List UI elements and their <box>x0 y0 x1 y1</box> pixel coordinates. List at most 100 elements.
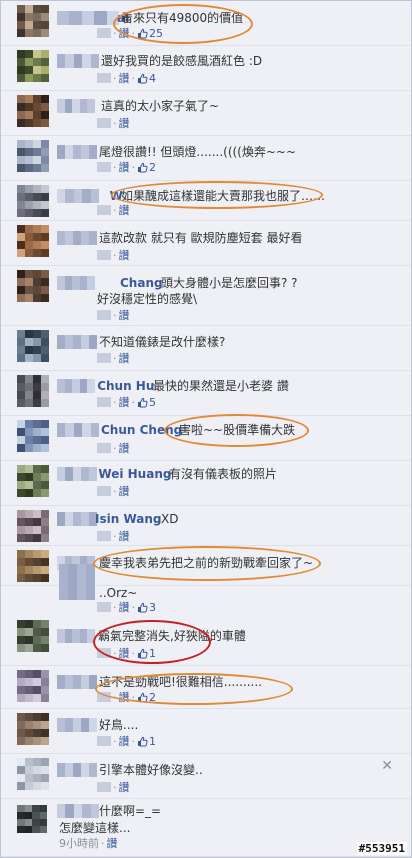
like-button[interactable]: 讚 <box>119 204 130 217</box>
like-button[interactable]: 讚 <box>119 485 130 498</box>
like-count-value: 1 <box>149 647 156 660</box>
like-button[interactable]: 讚 <box>119 161 130 174</box>
like-button[interactable]: 讚 <box>119 352 130 365</box>
like-button[interactable]: 讚 <box>119 27 130 40</box>
author-name[interactable]: Chun Cheng <box>101 423 182 437</box>
comment-actions: · 讚 · 2 <box>97 691 156 704</box>
comment-item: 這真的太小家子氣了~ · 讚 <box>1 91 411 136</box>
author-name[interactable]: Chun Hu <box>97 379 154 393</box>
comment-actions: · 讚 <box>97 781 130 794</box>
avatar[interactable] <box>17 5 49 37</box>
like-count[interactable]: 25 <box>137 27 163 40</box>
avatar[interactable] <box>17 510 49 542</box>
avatar[interactable] <box>17 620 49 652</box>
avatar[interactable] <box>17 225 49 257</box>
blurred-timestamp <box>97 648 111 658</box>
comment-actions: · 讚 <box>97 309 130 322</box>
separator: · <box>131 72 136 85</box>
avatar[interactable] <box>17 713 49 745</box>
like-count-value: 25 <box>149 27 163 40</box>
like-button[interactable]: 讚 <box>119 691 130 704</box>
thumbs-up-icon <box>137 647 149 660</box>
avatar[interactable] <box>17 140 49 172</box>
like-count[interactable]: 2 <box>137 161 156 174</box>
avatar[interactable] <box>17 805 47 833</box>
author-name[interactable]: Chang <box>120 276 163 290</box>
like-button[interactable]: 讚 <box>119 601 130 614</box>
separator: · <box>113 309 117 322</box>
like-count-value: 2 <box>149 691 156 704</box>
like-count[interactable]: 4 <box>137 72 156 85</box>
comment-text: 看來只有49800的價值 <box>121 11 244 25</box>
comment-item: 引擎本體好像沒變.. · 讚 ✕ <box>1 754 411 799</box>
blurred-author-name <box>57 99 95 113</box>
comment-actions: · 讚 · 2 <box>97 161 156 174</box>
comment-text: 害啦~~股價準備大跌 <box>179 423 296 437</box>
avatar[interactable] <box>17 95 49 127</box>
blurred-author-name <box>57 335 97 349</box>
like-button[interactable]: 讚 <box>119 530 130 543</box>
comment-text: ..Orz~ <box>99 586 138 600</box>
avatar[interactable] <box>17 50 49 82</box>
avatar[interactable] <box>17 185 49 217</box>
comment-item: 尾燈很讚!! 但頭燈.......((((煥奔~~~ · 讚 · 2 <box>1 136 411 181</box>
like-button[interactable]: 讚 <box>119 396 130 409</box>
blurred-author-name <box>57 423 99 437</box>
like-button[interactable]: 讚 <box>119 309 130 322</box>
like-count[interactable]: 1 <box>137 735 156 748</box>
like-count[interactable]: 2 <box>137 691 156 704</box>
author-name[interactable]: Wei Huang <box>98 467 171 481</box>
author-name[interactable]: Isin Wang <box>95 512 161 526</box>
avatar[interactable] <box>17 375 49 407</box>
like-count[interactable]: 5 <box>137 396 156 409</box>
comment-item: 霸氣完整消失,好狹隘的車體 · 讚 · 1 <box>1 616 411 666</box>
blurred-timestamp <box>97 310 111 320</box>
like-button[interactable]: 讚 <box>119 735 130 748</box>
blurred-timestamp <box>97 397 111 407</box>
separator: · <box>113 601 117 614</box>
timestamp[interactable]: 9小時前 <box>59 837 99 850</box>
avatar[interactable] <box>17 330 49 362</box>
blurred-author-name <box>57 512 97 526</box>
comment-item: 不知道儀錶是改什麼樣? · 讚 <box>1 326 411 371</box>
separator: · <box>131 27 136 40</box>
like-count-value: 1 <box>149 735 156 748</box>
blurred-author-name <box>57 675 97 689</box>
avatar[interactable] <box>17 550 49 582</box>
avatar[interactable] <box>17 465 49 497</box>
comment-text: 這真的太小家子氣了~ <box>101 99 220 113</box>
blurred-author-name <box>57 54 99 68</box>
like-button[interactable]: 讚 <box>119 781 130 794</box>
like-count-value: 3 <box>149 601 156 614</box>
blurred-timestamp <box>97 531 111 541</box>
comment-item: Chun Hu 最快的果然還是小老婆 讚 · 讚 · 5 <box>1 371 411 416</box>
comment-actions: · 讚 <box>97 249 130 262</box>
comment-item: Chang 頭大身體小是怎麼回事? ? 好沒穩定性的感覺\ · 讚 <box>1 266 411 326</box>
like-count[interactable]: 1 <box>137 647 156 660</box>
like-button[interactable]: 讚 <box>119 442 130 455</box>
comment-actions: · 讚 · 25 <box>97 27 163 40</box>
like-button[interactable]: 讚 <box>119 72 130 85</box>
comment-text: 有沒有儀表板的照片 <box>169 467 278 481</box>
blurred-timestamp <box>97 28 111 38</box>
comment-item: 這不是勁戰吧!很難相信.......... · 讚 · 2 <box>1 666 411 709</box>
like-count[interactable]: 3 <box>137 601 156 614</box>
close-icon[interactable]: ✕ <box>381 759 393 773</box>
avatar[interactable] <box>17 670 49 702</box>
avatar[interactable] <box>17 420 49 452</box>
comment-text: 慶幸我表弟先把之前的新勁戰牽回家了~ <box>99 556 314 570</box>
blurred-author-name <box>57 718 97 732</box>
like-button[interactable]: 讚 <box>119 117 130 130</box>
comment-text-line-2: 好沒穩定性的感覺\ <box>97 292 198 306</box>
separator: · <box>113 72 117 85</box>
blurred-timestamp <box>97 692 111 702</box>
like-button[interactable]: 讚 <box>119 249 130 262</box>
separator: · <box>131 735 136 748</box>
separator: · <box>101 837 105 850</box>
avatar[interactable] <box>17 758 49 790</box>
like-button[interactable]: 讚 <box>107 837 118 850</box>
blurred-author-name <box>57 763 97 777</box>
like-button[interactable]: 讚 <box>119 647 130 660</box>
separator: · <box>113 27 117 40</box>
avatar[interactable] <box>17 270 49 302</box>
